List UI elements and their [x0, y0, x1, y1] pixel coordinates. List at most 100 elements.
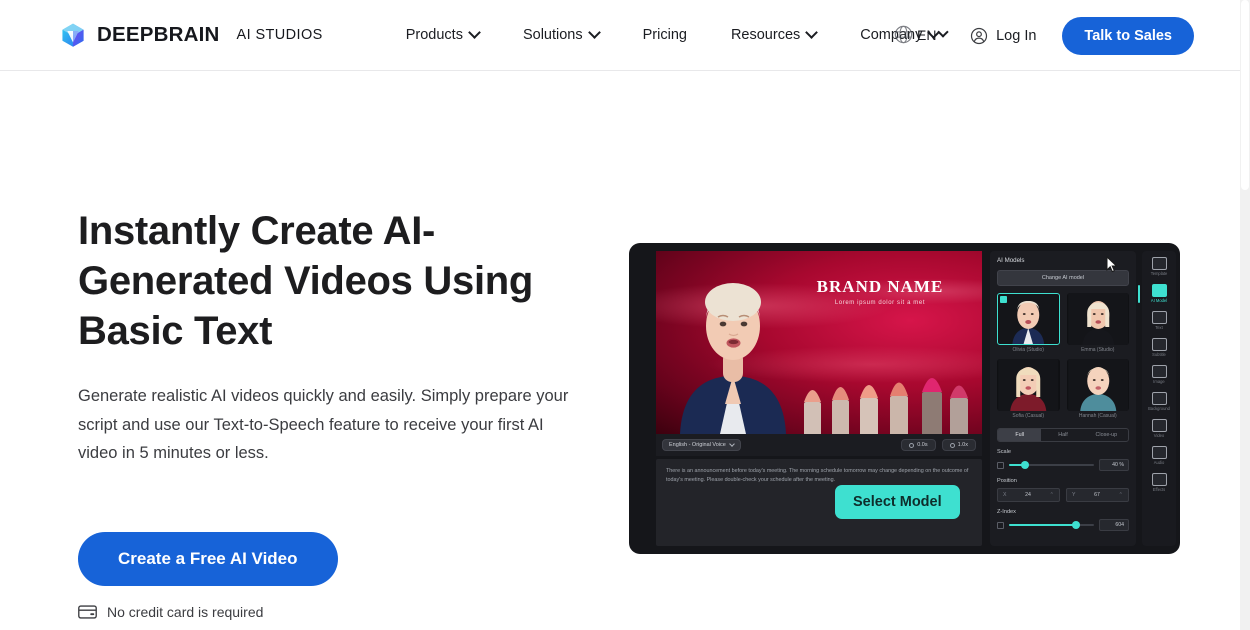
create-free-ai-video-button[interactable]: Create a Free AI Video	[78, 531, 338, 586]
position-x-value: 24	[1025, 492, 1031, 498]
rail-item-image[interactable]: Image	[1142, 362, 1176, 387]
chevron-down-icon	[805, 25, 819, 39]
zindex-value[interactable]: 604	[1099, 519, 1129, 531]
image-icon	[1151, 365, 1167, 378]
ai-models-panel: AI Models Change AI model Olivia (Studio…	[990, 251, 1136, 546]
login-link[interactable]: Log In	[970, 27, 1036, 45]
rail-label: Effects	[1152, 487, 1166, 492]
model-card-3[interactable]: Sofia (Casual)	[997, 359, 1060, 419]
zindex-slider[interactable]	[1009, 521, 1094, 529]
axis-y-label: Y	[1072, 492, 1076, 498]
video-brand-text: BRAND NAME Lorem ipsum dolor sit a met	[790, 277, 970, 306]
voice-language-label: English - Original Voice	[669, 442, 726, 448]
clock-icon	[909, 442, 915, 448]
rail-item-effects[interactable]: Effects	[1142, 470, 1176, 495]
rail-item-text[interactable]: Text	[1142, 308, 1176, 333]
scale-control: 40 %	[997, 459, 1129, 471]
model-card-1[interactable]: Olivia (Studio)	[997, 293, 1060, 353]
editor-tool-rail: Template AI Model Text Subtitle Image Ba…	[1138, 251, 1176, 546]
talk-to-sales-button[interactable]: Talk to Sales	[1062, 16, 1194, 55]
language-code: EN	[917, 26, 937, 43]
rail-label: Video	[1153, 433, 1165, 438]
size-tab-full[interactable]: Full	[998, 429, 1042, 441]
brand-name-headline: BRAND NAME	[816, 277, 944, 296]
template-icon	[1151, 257, 1167, 270]
rail-item-subtitle[interactable]: Subtitle	[1142, 335, 1176, 360]
position-y-value: 67	[1094, 492, 1100, 498]
size-tab-half[interactable]: Half	[1041, 429, 1084, 441]
rail-item-template[interactable]: Template	[1142, 254, 1176, 279]
zindex-label: Z-Index	[997, 509, 1016, 515]
voice-language-chip[interactable]: English - Original Voice	[662, 439, 741, 451]
lipstick-products	[804, 378, 968, 434]
chevron-down-icon	[587, 25, 601, 39]
nav-label: Solutions	[522, 27, 583, 43]
audio-icon	[1151, 446, 1167, 459]
globe-icon	[894, 25, 913, 44]
position-y-field[interactable]: Y 67 ⌃	[1066, 488, 1129, 502]
duration-label: 0.0s	[917, 442, 928, 448]
model-card-2[interactable]: Emma (Studio)	[1066, 293, 1129, 353]
credit-card-icon	[78, 604, 97, 619]
speed-label: 1.0x	[957, 442, 968, 448]
model-card-4[interactable]: Hannah (Casual)	[1066, 359, 1129, 419]
position-x-field[interactable]: X 24 ⌃	[997, 488, 1060, 502]
nav-item-resources[interactable]: Resources	[709, 21, 838, 49]
speed-icon	[949, 442, 955, 448]
select-model-button[interactable]: Select Model	[835, 485, 960, 519]
model-avatar-icon	[998, 293, 1059, 345]
model-avatar-icon	[998, 359, 1059, 411]
rail-item-ai-model[interactable]: AI Model	[1138, 281, 1176, 306]
ai-presenter-avatar	[680, 283, 786, 434]
rail-label: Subtitle	[1152, 352, 1166, 357]
nav-item-products[interactable]: Products	[384, 21, 501, 49]
rail-item-video[interactable]: Video	[1142, 416, 1176, 441]
rail-label: Background	[1148, 406, 1170, 411]
user-circle-icon	[970, 27, 988, 44]
rail-item-audio[interactable]: Audio	[1142, 443, 1176, 468]
nav-item-solutions[interactable]: Solutions	[501, 21, 621, 49]
model-name: Sofia (Casual)	[1012, 413, 1045, 419]
duration-pill[interactable]: 0.0s	[901, 439, 936, 451]
header-actions: Log In Talk to Sales	[970, 0, 1194, 71]
stepper-icon: ⌃	[1049, 492, 1054, 498]
scale-label: Scale	[997, 449, 1011, 455]
nav-label: Pricing	[642, 27, 687, 43]
model-name: Emma (Studio)	[1081, 347, 1115, 353]
background-icon	[1151, 392, 1167, 405]
chevron-down-icon	[468, 25, 481, 39]
position-control: X 24 ⌃ Y 67 ⌃	[997, 488, 1129, 502]
scale-value[interactable]: 40 %	[1099, 459, 1129, 471]
model-size-tabs: Full Half Close-up	[997, 428, 1129, 442]
rail-label: AI Model	[1150, 298, 1168, 303]
change-ai-model-button[interactable]: Change AI model	[997, 270, 1129, 286]
size-tab-closeup[interactable]: Close-up	[1085, 429, 1128, 441]
script-toolbar: English - Original Voice 0.0s 1.0x	[656, 434, 982, 456]
brand-logo[interactable]: DEEPBRAIN AI STUDIOS	[60, 22, 323, 48]
scale-slider[interactable]	[1009, 461, 1094, 469]
cube-logo-icon	[62, 23, 84, 47]
person-icon	[1151, 284, 1167, 297]
zindex-control: 604	[997, 519, 1129, 531]
video-canvas[interactable]: BRAND NAME Lorem ipsum dolor sit a met	[656, 251, 982, 434]
model-thumbnail	[1066, 359, 1129, 411]
lock-icon[interactable]	[997, 461, 1004, 469]
speed-pill[interactable]: 1.0x	[941, 439, 976, 451]
model-thumbnail	[997, 359, 1060, 411]
page-scrollbar[interactable]	[1240, 0, 1250, 630]
nav-item-pricing[interactable]: Pricing	[621, 21, 709, 49]
product-preview: BRAND NAME Lorem ipsum dolor sit a met E…	[629, 243, 1180, 554]
scrollbar-thumb[interactable]	[1241, 0, 1249, 190]
position-label: Position	[997, 478, 1017, 484]
language-selector[interactable]: EN	[893, 24, 950, 45]
model-avatar-icon	[1067, 359, 1128, 411]
hero-section: Instantly Create AI-Generated Videos Usi…	[78, 206, 598, 620]
page-title: Instantly Create AI-Generated Videos Usi…	[78, 209, 534, 353]
page-root: DEEPBRAIN AI STUDIOS Products Solutions …	[0, 0, 1250, 630]
site-header: DEEPBRAIN AI STUDIOS Products Solutions …	[0, 0, 1240, 71]
subtitle-icon	[1151, 338, 1167, 351]
lock-icon[interactable]	[997, 521, 1004, 529]
model-name: Hannah (Casual)	[1078, 413, 1117, 419]
brand-tagline: Lorem ipsum dolor sit a met	[834, 300, 926, 306]
rail-item-background[interactable]: Background	[1142, 389, 1176, 414]
